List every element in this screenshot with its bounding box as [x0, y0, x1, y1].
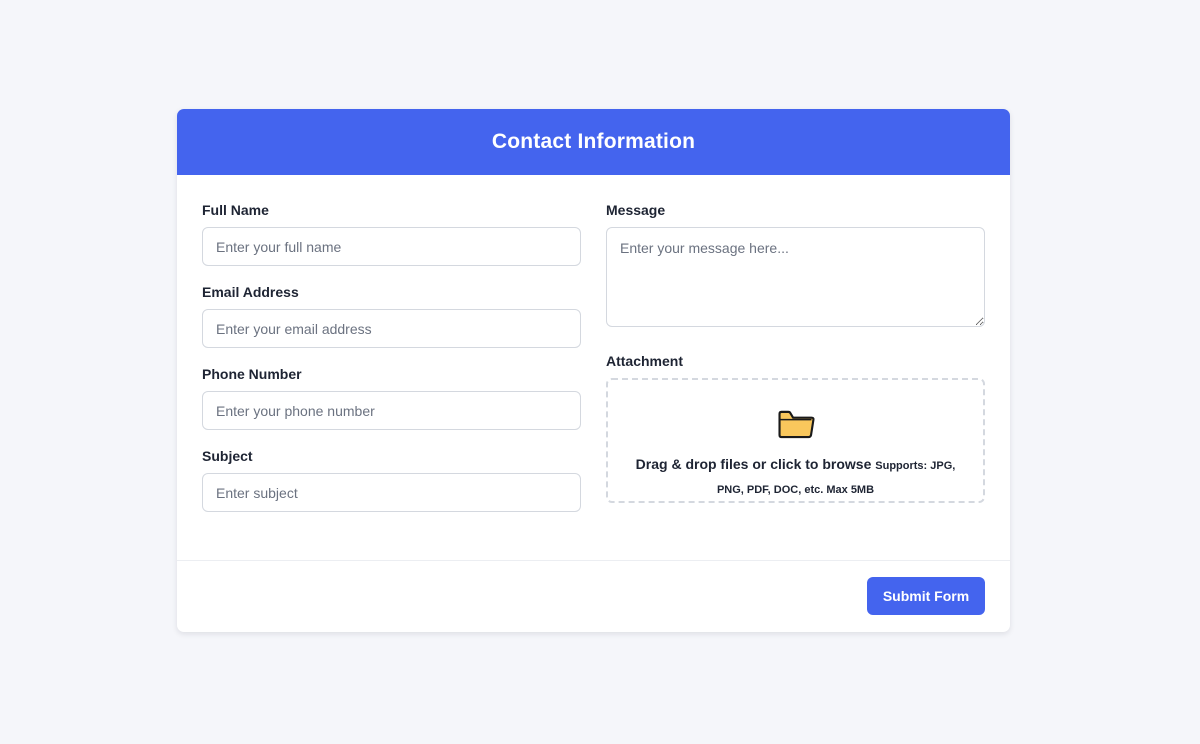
- email-input[interactable]: [202, 309, 581, 348]
- full-name-field: Full Name: [202, 202, 581, 266]
- form-body: Full Name Email Address Phone Number Sub…: [177, 175, 1010, 561]
- dropzone-text: Drag & drop files or click to browse Sup…: [608, 453, 983, 501]
- full-name-label: Full Name: [202, 202, 269, 218]
- attachment-label: Attachment: [606, 353, 684, 369]
- subject-field: Subject: [202, 448, 581, 512]
- file-dropzone[interactable]: Drag & drop files or click to browse Sup…: [606, 378, 985, 503]
- form-left-column: Full Name Email Address Phone Number Sub…: [202, 202, 581, 561]
- email-field: Email Address: [202, 284, 581, 348]
- message-field: Message: [606, 202, 985, 327]
- phone-field: Phone Number: [202, 366, 581, 430]
- form-title: Contact Information: [491, 130, 696, 153]
- email-label: Email Address: [202, 284, 299, 300]
- phone-label: Phone Number: [202, 366, 302, 382]
- subject-label: Subject: [202, 448, 253, 464]
- subject-input[interactable]: [202, 473, 581, 512]
- message-textarea[interactable]: [606, 227, 985, 327]
- message-label: Message: [606, 202, 666, 218]
- form-footer: Submit Form: [177, 560, 1010, 632]
- full-name-input[interactable]: [202, 227, 581, 266]
- folder-icon: [777, 410, 815, 439]
- attachment-field: Attachment Drag & drop files or click to…: [606, 353, 985, 503]
- form-header: Contact Information: [177, 109, 1010, 175]
- phone-input[interactable]: [202, 391, 581, 430]
- dropzone-main-text: Drag & drop files or click to browse: [635, 456, 872, 472]
- submit-form-button[interactable]: Submit Form: [867, 577, 985, 615]
- form-right-column: Message Attachment Drag & drop files or …: [606, 202, 985, 561]
- contact-form-card: Contact Information Full Name Email Addr…: [177, 109, 1010, 632]
